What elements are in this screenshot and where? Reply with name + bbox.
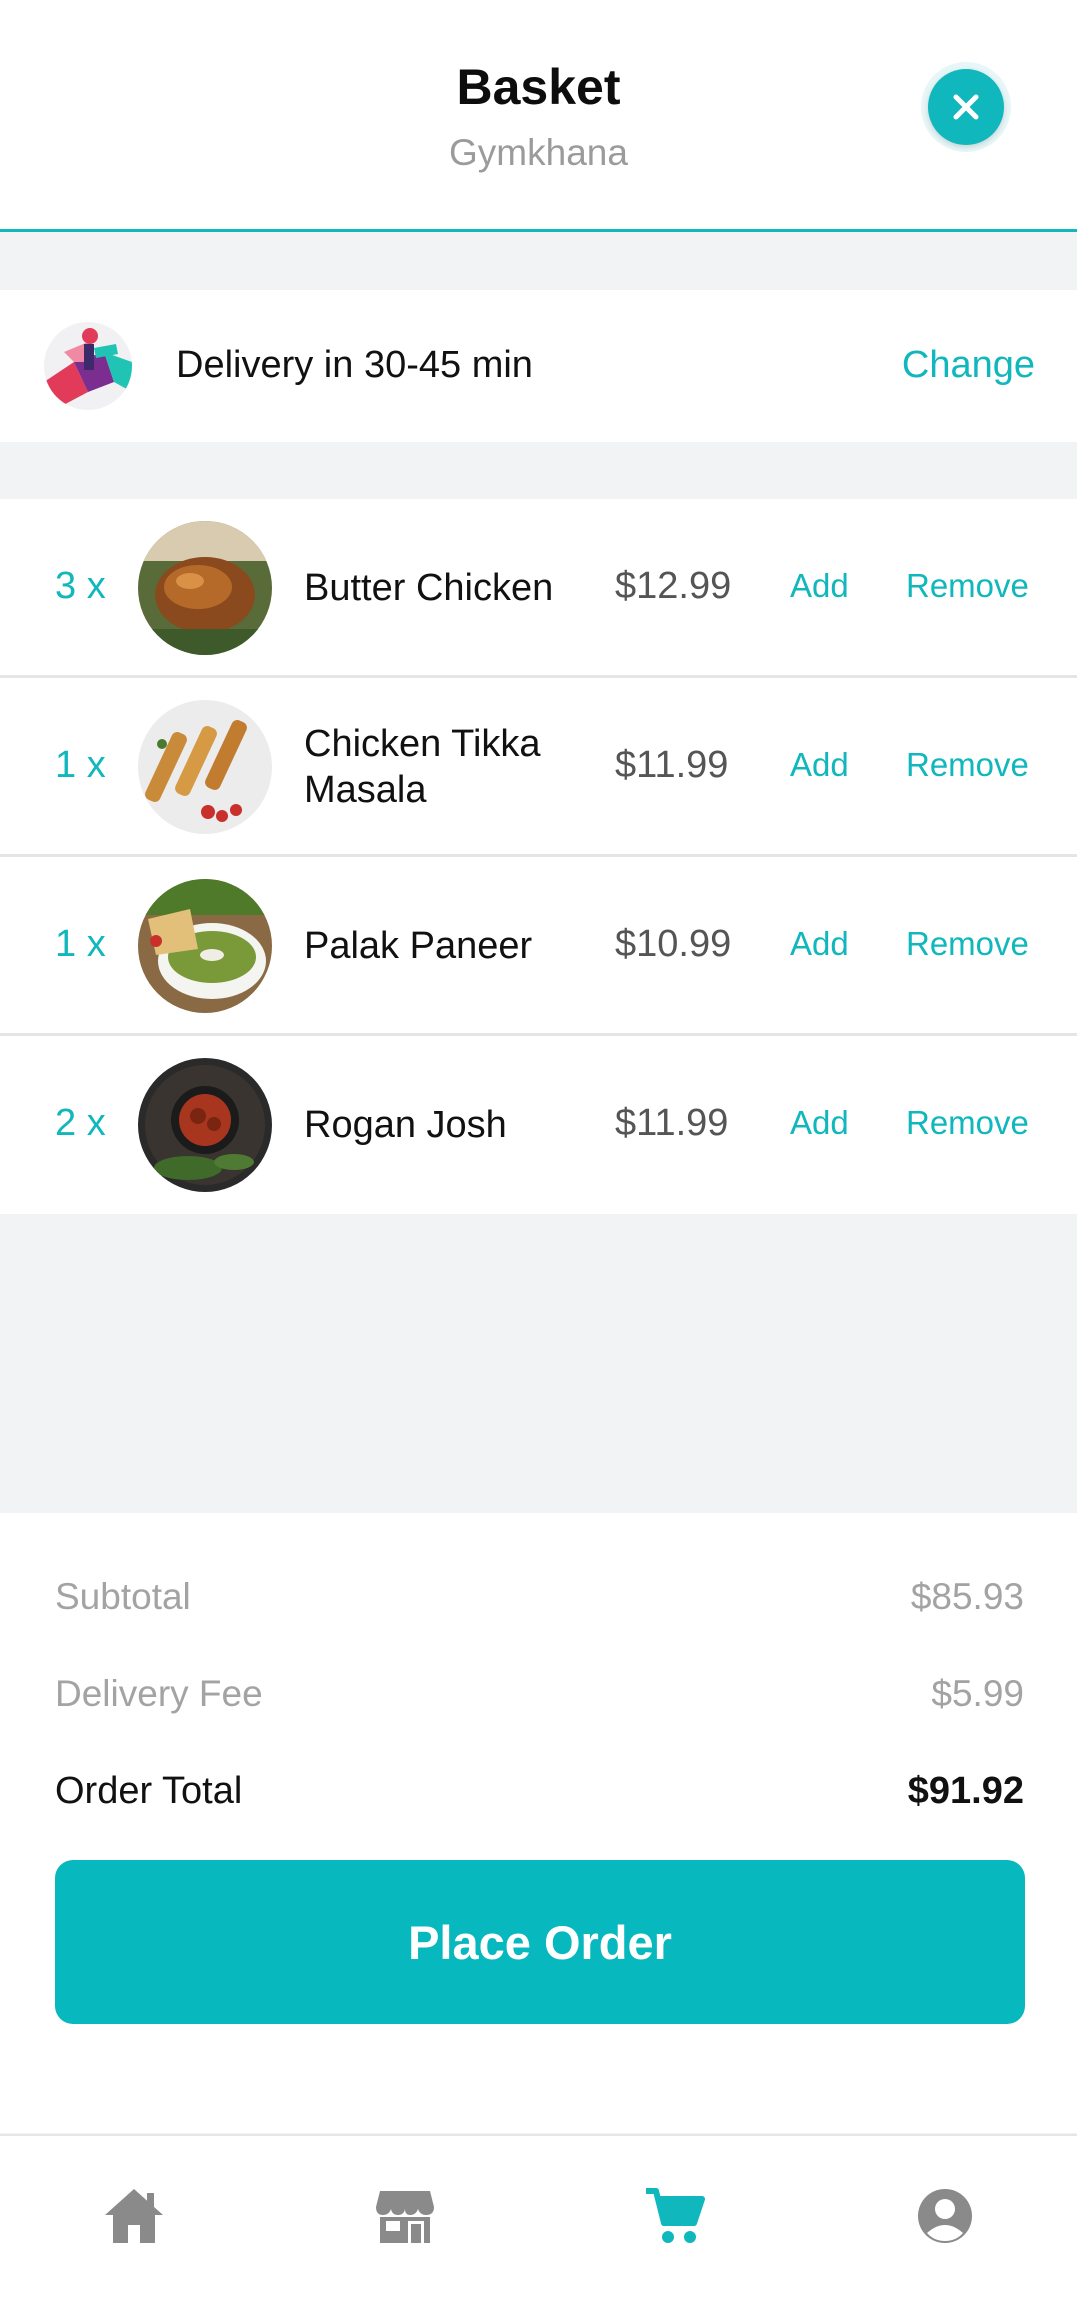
item-price: $11.99 bbox=[615, 744, 729, 786]
remove-item-button[interactable]: Remove bbox=[906, 1104, 1029, 1142]
food-image bbox=[138, 521, 272, 655]
order-total-label: Order Total bbox=[55, 1770, 243, 1812]
delivery-eta: Delivery in 30-45 min bbox=[176, 344, 533, 386]
food-image bbox=[138, 879, 272, 1013]
nav-store[interactable] bbox=[373, 2184, 437, 2248]
food-image bbox=[138, 1058, 272, 1192]
item-quantity: 1 x bbox=[55, 923, 106, 965]
home-icon bbox=[105, 2189, 163, 2243]
item-price: $11.99 bbox=[615, 1102, 729, 1144]
delivery-fee-label: Delivery Fee bbox=[55, 1673, 263, 1714]
change-delivery-link[interactable]: Change bbox=[902, 344, 1035, 387]
account-icon bbox=[918, 2189, 972, 2243]
remove-item-button[interactable]: Remove bbox=[906, 925, 1029, 963]
header: Basket Gymkhana bbox=[0, 0, 1077, 232]
delivery-courier-icon bbox=[44, 322, 132, 410]
list-item: 1 x Palak Paneer $10.99 Add Remove bbox=[0, 857, 1077, 1036]
subtotal-value: $85.93 bbox=[910, 1576, 1024, 1617]
cart-icon bbox=[646, 2188, 705, 2243]
item-quantity: 3 x bbox=[55, 565, 106, 607]
list-item: 1 x Chicken Tikka Masala $11.99 Add Remo… bbox=[0, 678, 1077, 857]
close-button-circle[interactable] bbox=[928, 69, 1004, 145]
item-name: Palak Paneer bbox=[304, 925, 533, 967]
nav-account[interactable] bbox=[913, 2184, 977, 2248]
item-price: $12.99 bbox=[615, 565, 732, 607]
item-quantity: 1 x bbox=[55, 744, 106, 786]
remove-item-button[interactable]: Remove bbox=[906, 746, 1029, 784]
bottom-nav bbox=[0, 2134, 1077, 2298]
item-name: Rogan Josh bbox=[304, 1104, 507, 1146]
order-summary: Subtotal $85.93 Delivery Fee $5.99 Order… bbox=[0, 1513, 1077, 2133]
subtotal-label: Subtotal bbox=[55, 1576, 191, 1617]
page-title: Basket bbox=[456, 59, 621, 115]
food-image bbox=[138, 700, 272, 834]
add-item-button[interactable]: Add bbox=[790, 925, 849, 963]
nav-cart[interactable] bbox=[643, 2184, 707, 2248]
remove-item-button[interactable]: Remove bbox=[906, 567, 1029, 605]
item-name: Chicken Tikka Masala bbox=[304, 723, 541, 811]
delivery-fee-value: $5.99 bbox=[931, 1673, 1024, 1714]
restaurant-name: Gymkhana bbox=[449, 132, 628, 173]
add-item-button[interactable]: Add bbox=[790, 746, 849, 784]
list-item: 3 x Butter Chicken $12.99 Add Remove bbox=[0, 499, 1077, 678]
delivery-row: Delivery in 30-45 min Change bbox=[0, 290, 1077, 442]
basket-screen: Basket Gymkhana Delivery in 30-45 min Ch… bbox=[0, 0, 1077, 2298]
list-item: 2 x Rogan Josh $11.99 Add Remove bbox=[0, 1036, 1077, 1214]
add-item-button[interactable]: Add bbox=[790, 567, 849, 605]
item-name: Butter Chicken bbox=[304, 567, 554, 609]
item-price: $10.99 bbox=[615, 923, 732, 965]
basket-item-list: 3 x Butter Chicken $12.99 Add Remove 1 x bbox=[0, 499, 1077, 1214]
close-icon bbox=[953, 94, 979, 120]
order-total-value: $91.92 bbox=[907, 1770, 1024, 1812]
store-icon bbox=[376, 2191, 434, 2243]
item-quantity: 2 x bbox=[55, 1102, 106, 1144]
close-button[interactable] bbox=[921, 62, 1011, 152]
place-order-button[interactable]: Place Order bbox=[55, 1860, 1025, 2024]
nav-home[interactable] bbox=[102, 2184, 166, 2248]
add-item-button[interactable]: Add bbox=[790, 1104, 849, 1142]
